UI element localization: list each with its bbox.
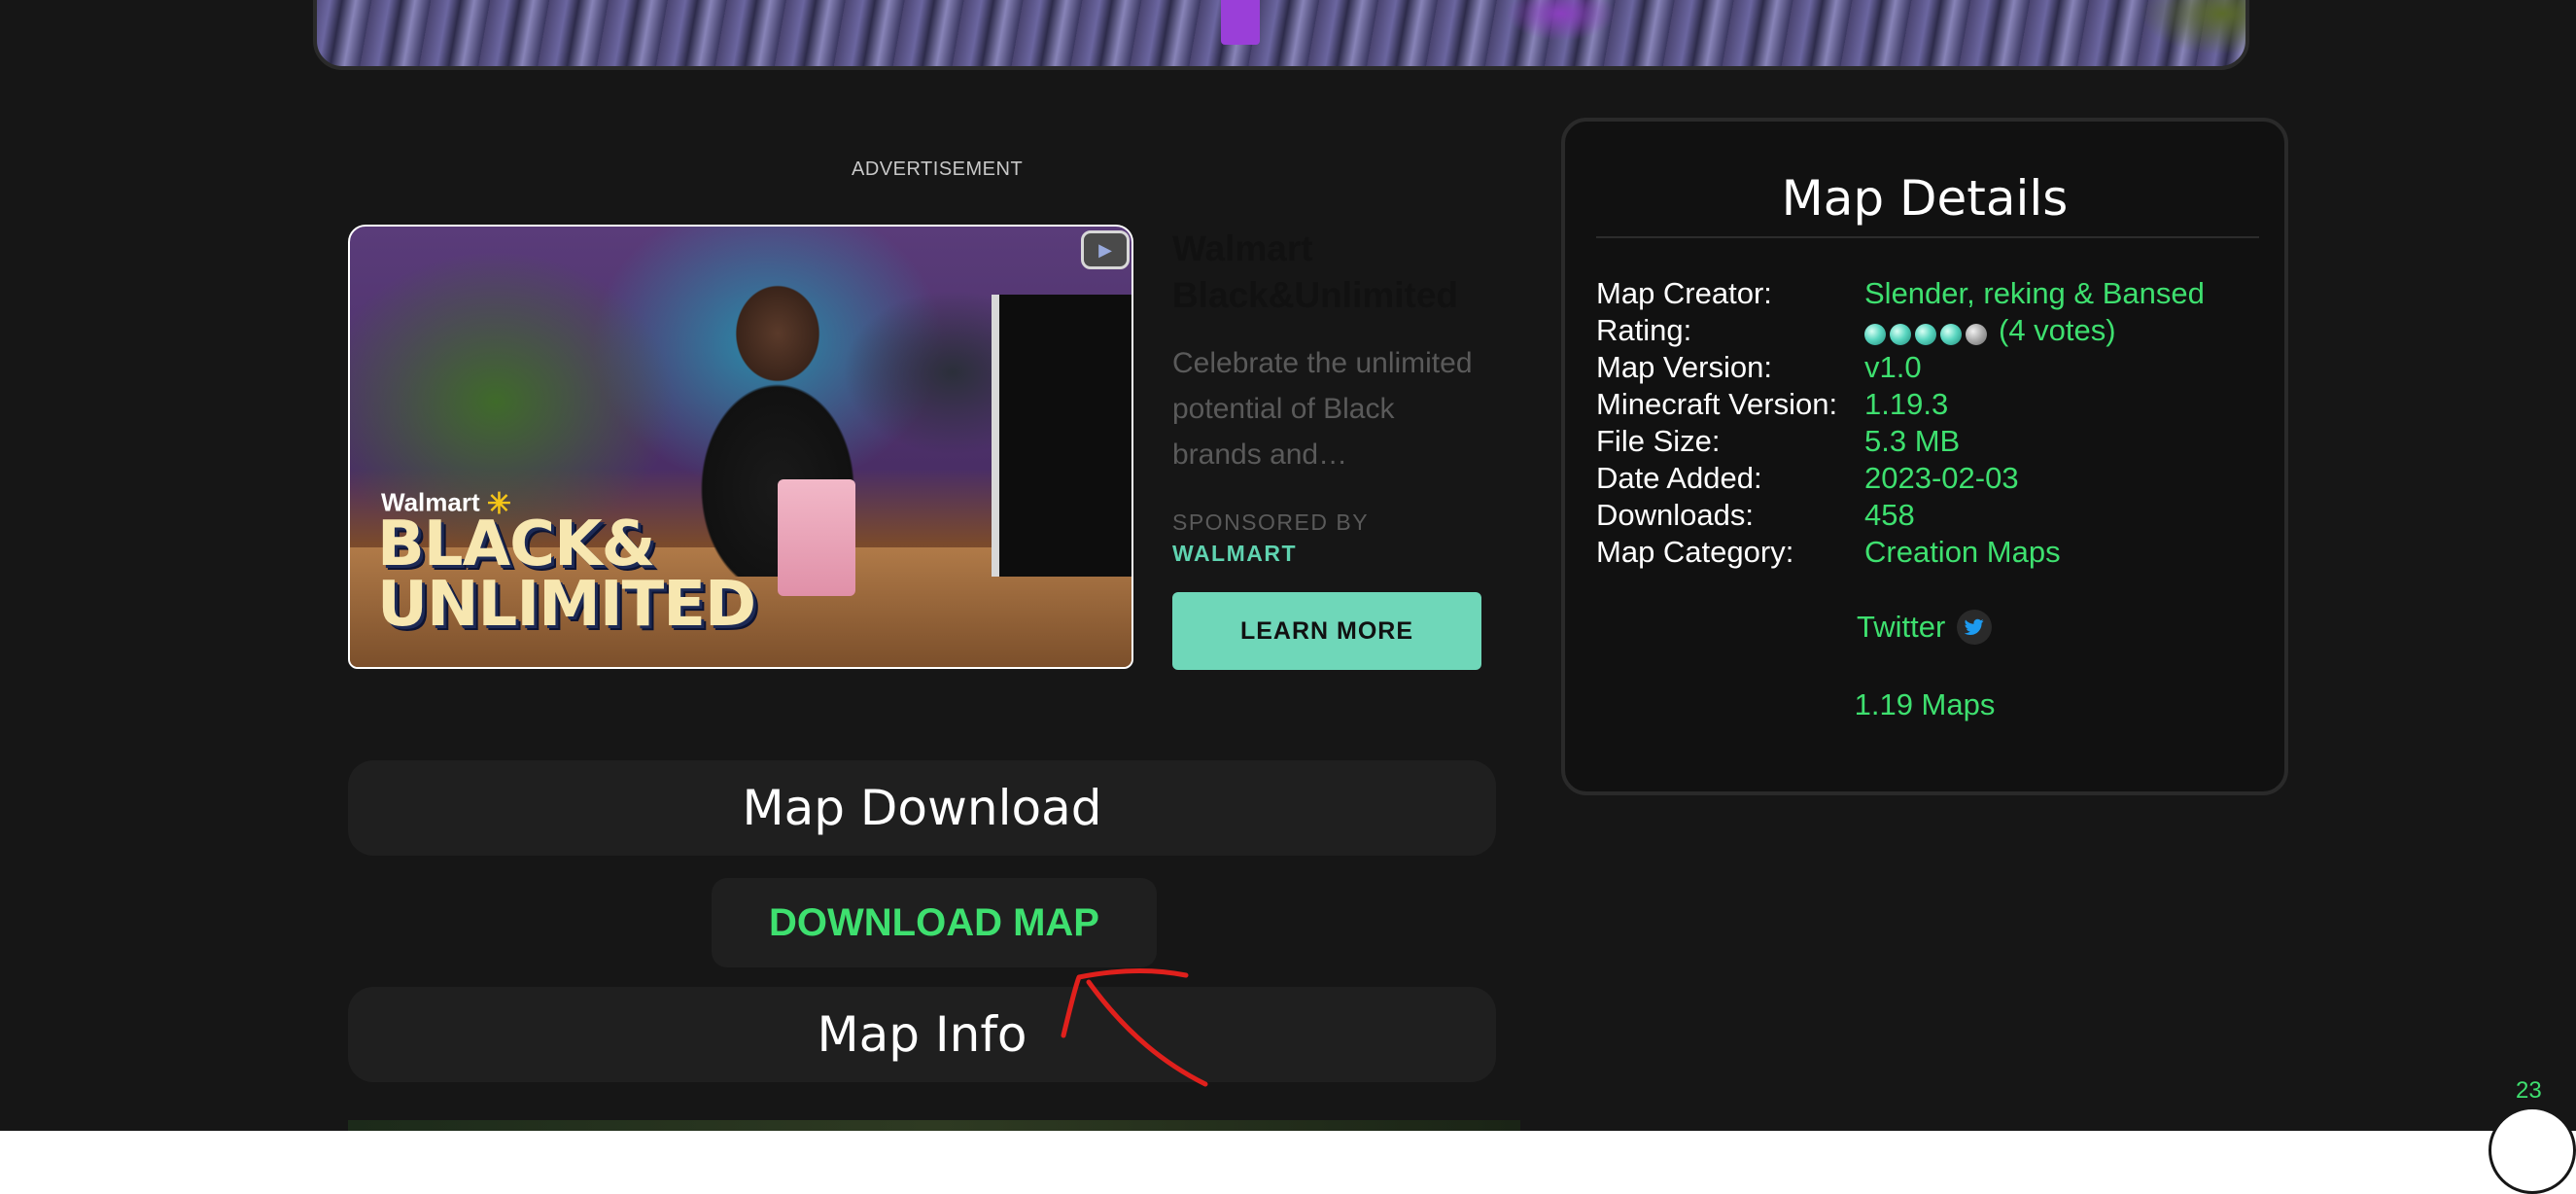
twitter-bird-icon[interactable] <box>1957 610 1993 645</box>
ad-sponsor-name[interactable]: WALMART <box>1172 541 1297 567</box>
map-creator-link[interactable]: Slender, reking & Bansed <box>1864 275 2205 312</box>
bottom-white-strip <box>0 1131 2576 1176</box>
page-number: 23 <box>2516 1077 2542 1104</box>
ad-image-monitor <box>992 295 1131 577</box>
diamond-gem-icon[interactable] <box>1864 323 1886 345</box>
detail-label: Rating: <box>1596 313 1692 347</box>
detail-label: Map Category: <box>1596 535 1794 569</box>
detail-label: Downloads: <box>1596 498 1754 532</box>
learn-more-button[interactable]: LEARN MORE <box>1172 592 1481 670</box>
ad-title[interactable]: Walmart Black&Unlimited <box>1172 226 1493 319</box>
detail-label: Minecraft Version: <box>1596 387 1838 421</box>
ad-image-product <box>778 479 855 596</box>
diamond-gem-icon[interactable] <box>1890 323 1911 345</box>
scroll-to-top-button[interactable] <box>2489 1106 2576 1194</box>
rating-votes: (4 votes) <box>1999 313 2116 347</box>
rating-value[interactable]: (4 votes) <box>1864 312 2116 351</box>
download-map-button[interactable]: DOWNLOAD MAP <box>712 878 1157 967</box>
detail-label: Map Creator: <box>1596 276 1772 310</box>
twitter-label: Twitter <box>1857 610 1946 644</box>
map-info-heading: Map Info <box>348 987 1496 1082</box>
twitter-link[interactable]: Twitter <box>1857 610 1993 645</box>
detail-value: v1.0 <box>1864 350 1922 384</box>
map-banner-image <box>313 0 2249 70</box>
map-category-link[interactable]: Creation Maps <box>1864 534 2061 571</box>
ad-description: Celebrate the unlimited potential of Bla… <box>1172 347 1473 471</box>
version-maps-link[interactable]: 1.19 Maps <box>1565 687 2284 722</box>
annotation-arrow <box>1061 968 1208 1087</box>
video-play-icon[interactable]: ▶ <box>1081 230 1130 269</box>
detail-label: Date Added: <box>1596 461 1762 495</box>
detail-value: 2023-02-03 <box>1864 461 2019 495</box>
diamond-gem-icon[interactable] <box>1940 323 1962 345</box>
map-download-heading: Map Download <box>348 760 1496 856</box>
advertisement-label: ADVERTISEMENT <box>852 158 1024 180</box>
ad-image-headline: BLACK& UNLIMITED <box>377 509 756 641</box>
detail-label: Map Version: <box>1596 350 1772 384</box>
map-details-panel: Map Details Map Creator: Slender, reking… <box>1561 118 2288 795</box>
detail-value: 5.3 MB <box>1864 424 1961 458</box>
banner-detail <box>1221 0 1260 45</box>
diamond-gem-icon[interactable] <box>1915 323 1936 345</box>
detail-label: File Size: <box>1596 424 1721 458</box>
map-details-title: Map Details <box>1781 170 2069 227</box>
detail-value: 1.19.3 <box>1864 387 1949 421</box>
map-info-image <box>348 1120 1520 1131</box>
details-divider <box>1596 236 2259 238</box>
page-background: ADVERTISEMENT Walmart ✳ BLACK& UNLIMITED… <box>0 0 2576 1131</box>
detail-value: 458 <box>1864 498 1915 532</box>
rating-stars[interactable] <box>1864 314 1991 351</box>
ad-image[interactable]: Walmart ✳ BLACK& UNLIMITED ▶ <box>348 225 1133 669</box>
ad-sponsored-label: SPONSORED BY <box>1172 509 1370 535</box>
diamond-gem-empty-icon[interactable] <box>1966 323 1987 345</box>
